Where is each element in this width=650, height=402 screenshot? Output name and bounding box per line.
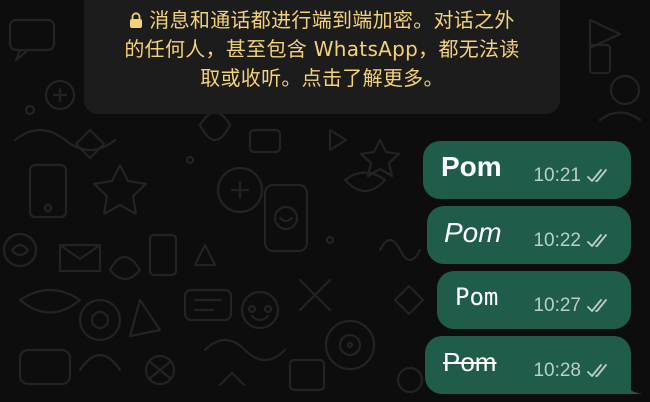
message-text: Pom	[444, 217, 502, 248]
message-bubble[interactable]: Pom 10:22	[427, 206, 631, 264]
chat-window: 消息和通话都进行端到端加密。对话之外 的任何人，甚至包含 WhatsApp，都无…	[0, 0, 650, 402]
encryption-notice[interactable]: 消息和通话都进行端到端加密。对话之外 的任何人，甚至包含 WhatsApp，都无…	[84, 0, 560, 114]
message-time: 10:28	[533, 360, 581, 381]
double-check-icon	[587, 234, 607, 247]
message-time: 10:21	[533, 165, 581, 186]
double-check-icon	[587, 169, 607, 182]
message-bubble[interactable]: Pom 10:28	[425, 336, 643, 394]
message-meta: 10:27	[533, 295, 613, 317]
message-meta: 10:22	[533, 230, 613, 252]
message-time: 10:27	[533, 295, 581, 316]
double-check-icon	[587, 299, 607, 312]
lock-icon	[130, 12, 143, 28]
notice-line-2: 的任何人，甚至包含 WhatsApp，都无法读	[124, 37, 520, 61]
message-time: 10:22	[533, 230, 581, 251]
notice-line-1: 消息和通话都进行端到端加密。对话之外	[98, 6, 546, 35]
message-text: Pom	[443, 347, 497, 377]
bubble-tail	[619, 372, 643, 394]
notice-line-3: 取或收听。点击了解更多。	[200, 66, 444, 90]
message-bubble[interactable]: Pom 10:21	[423, 141, 631, 199]
message-text: Pom	[455, 283, 499, 311]
message-text: Pom	[441, 151, 502, 182]
double-check-icon	[587, 364, 607, 377]
message-meta: 10:28	[533, 360, 613, 382]
message-bubble[interactable]: Pom 10:27	[437, 271, 631, 329]
message-meta: 10:21	[533, 165, 613, 187]
notice-text-1: 消息和通话都进行端到端加密。对话之外	[149, 8, 515, 32]
